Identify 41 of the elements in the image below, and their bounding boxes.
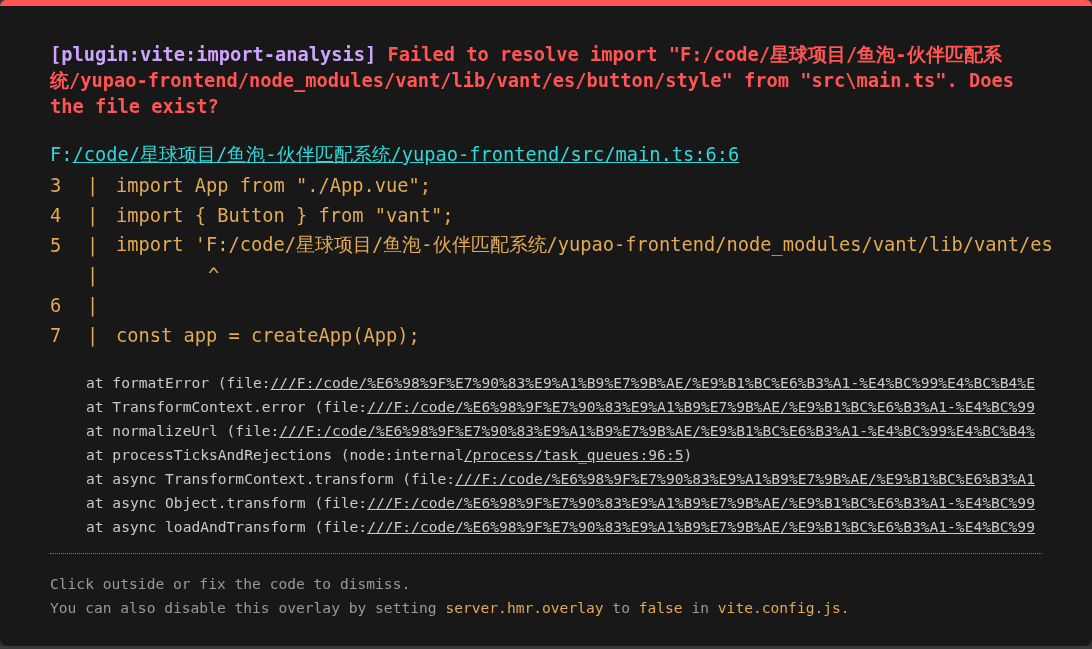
code-line: const app = createApp(App); [116, 324, 420, 346]
stack-call: at processTicksAndRejections (node:internal [86, 445, 464, 463]
line-number: 7 [50, 324, 62, 346]
stack-link[interactable]: ///F:/code/%E6%98%9F%E7%90%83%E9%A1%B9%E7%9B%AE/%E9%B1%BC%E6%B3%A1 [455, 469, 1035, 487]
line-number: 6 [50, 294, 62, 316]
stack-call: at async loadAndTransform (file: [86, 517, 368, 535]
gutter-pipe: | [87, 234, 99, 256]
file-link[interactable]: /code/星球项目/鱼泡-伙伴匹配系统/yupao-frontend/src/main.ts:6:6 [72, 142, 740, 168]
line-number: 5 [50, 234, 62, 256]
gutter-pipe: | [87, 294, 99, 316]
error-message: [plugin:vite:import-analysis] Failed to resolve import "F:/code/星球项目/鱼泡-伙伴匹配系统/yupao-frontend/node_modules/vant/lib/vant/es/button/style" from "src\main.ts". Does the file exist? [50, 43, 1016, 119]
stack-link[interactable]: ///F:/code/%E6%98%9F%E7%90%83%E9%A1%B9%E7%9B%AE/%E9%B1%BC%E6%B3%A1-%E4%BC%99%E4%BC%B4%E [270, 373, 1035, 391]
stack-call: at async Object.transform (file: [86, 493, 368, 511]
dismiss-hint: Click outside or fix the code to dismiss. [50, 574, 412, 594]
config-code: vite.config.js. [717, 599, 850, 616]
stack-link[interactable]: ///F:/code/%E6%98%9F%E7%90%83%E9%A1%B9%E7%9B%AE/%E9%B1%BC%E6%B3%A1-%E4%BC%99 [367, 397, 1035, 415]
stack-paren: ) [683, 445, 693, 463]
stack-link[interactable]: ///F:/code/%E6%98%9F%E7%90%83%E9%A1%B9%E7%9B%AE/%E9%B1%BC%E6%B3%A1-%E4%BC%99 [367, 493, 1035, 511]
hint-text: You can also disable this overlay by setting [50, 599, 437, 616]
line-number: 4 [50, 204, 62, 226]
config-code: server.hmr.overlay [445, 599, 604, 616]
config-code: false [638, 599, 683, 616]
stack-call: at formatError (file: [86, 373, 271, 391]
code-line: import App from "./App.vue"; [116, 174, 432, 196]
stack-link[interactable]: ///F:/code/%E6%98%9F%E7%90%83%E9%A1%B9%E7%9B%AE/%E9%B1%BC%E6%B3%A1-%E4%BC%99%E4%BC%B4% [279, 421, 1035, 439]
caret-marker: ^ [208, 264, 220, 286]
code-line: import { Button } from "vant"; [116, 204, 454, 226]
hint-text: in [691, 599, 710, 616]
stack-call: at TransformContext.error (file: [86, 397, 368, 415]
stack-link[interactable]: ///F:/code/%E6%98%9F%E7%90%83%E9%A1%B9%E7%9B%AE/%E9%B1%BC%E6%B3%A1-%E4%BC%99 [367, 517, 1035, 535]
gutter-pipe: | [87, 204, 99, 226]
gutter-pipe: | [87, 174, 99, 196]
gutter-pipe: | [87, 264, 99, 286]
file-drive: F: [50, 143, 73, 167]
code-line: import 'F:/code/星球项目/鱼泡-伙伴匹配系统/yupao-frontend/node_modules/vant/lib/vant/es [116, 234, 1053, 255]
stack-call: at normalizeUrl (file: [86, 421, 280, 439]
stack-link[interactable]: /process/task_queues:96:5 [463, 445, 684, 463]
stack-call: at async TransformContext.transform (file: [86, 469, 456, 487]
line-number: 3 [50, 174, 62, 196]
hint-text: to [612, 599, 630, 616]
gutter-pipe: | [87, 324, 99, 346]
